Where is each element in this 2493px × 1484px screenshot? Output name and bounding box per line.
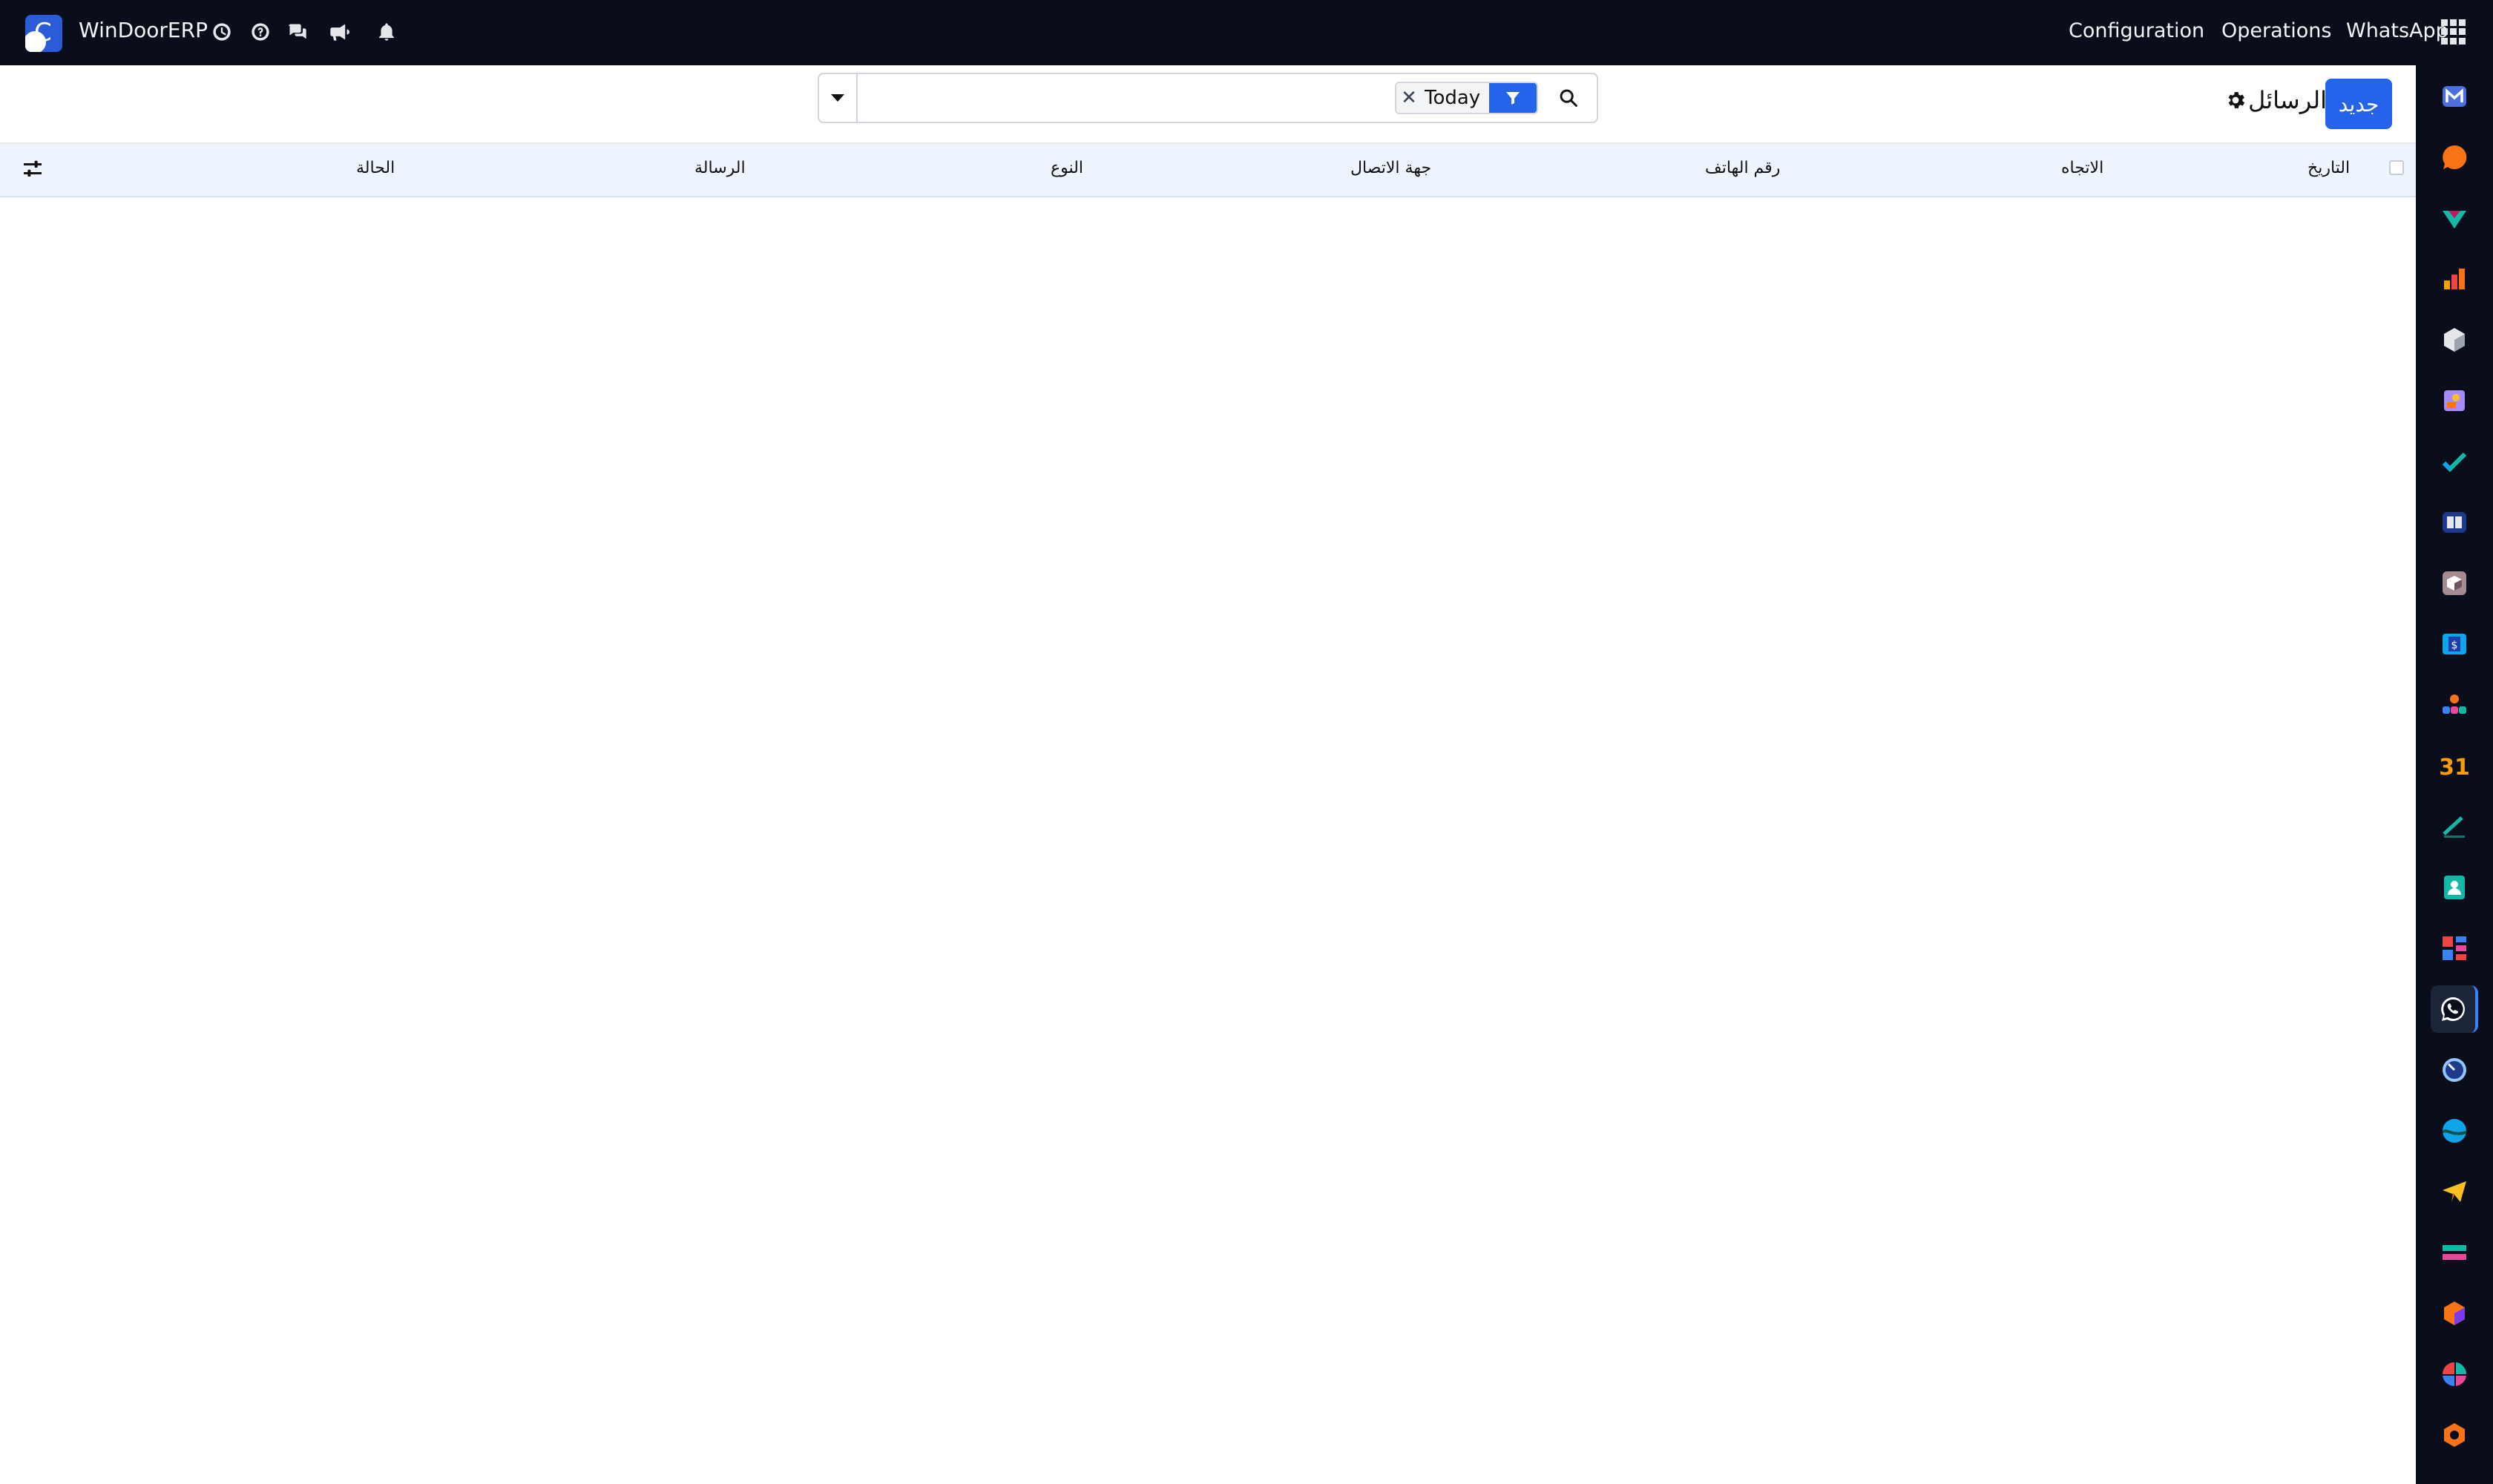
whatsapp-app-icon[interactable] [2431, 985, 2478, 1033]
new-button[interactable]: جديد [2325, 79, 2392, 129]
calendar-app-icon[interactable]: 31 [2431, 742, 2478, 789]
packages-app-icon[interactable] [2431, 559, 2478, 607]
bell-icon[interactable] [374, 19, 399, 45]
inventory-app-icon[interactable] [2431, 194, 2478, 242]
apps-grid-icon[interactable] [2441, 19, 2466, 45]
megaphone-icon[interactable] [326, 19, 352, 45]
settings-app-icon[interactable] [2431, 1411, 2478, 1459]
page-title: الرسائل [2248, 86, 2327, 114]
knowledge-app-icon[interactable] [2431, 499, 2478, 546]
tasks-app-icon[interactable] [2431, 438, 2478, 485]
filter-icon [1489, 83, 1537, 113]
product-app-icon[interactable] [2431, 316, 2478, 364]
column-direction[interactable]: الاتجاه [2061, 159, 2103, 177]
website-app-icon[interactable] [2431, 1107, 2478, 1155]
time-app-icon[interactable] [2431, 1046, 2478, 1094]
clock-icon[interactable] [209, 19, 234, 45]
logo-dot [25, 31, 46, 52]
control-panel: جديد الرسائل ✕ Today [0, 65, 2416, 142]
menu-operations[interactable]: Operations [2221, 19, 2331, 42]
svg-text:$: $ [2451, 640, 2458, 651]
invoicing-app-icon[interactable]: $ [2431, 620, 2478, 668]
app-rail: $ 31 [2416, 65, 2493, 1484]
column-phone[interactable]: رقم الهاتف [1705, 159, 1780, 177]
contacts-app-icon[interactable] [2431, 864, 2478, 911]
column-type[interactable]: النوع [1051, 159, 1083, 177]
pie-app-icon[interactable] [2431, 1350, 2478, 1398]
discuss-app-icon[interactable] [2431, 134, 2478, 181]
column-message[interactable]: الرسالة [694, 159, 746, 177]
search-facet: ✕ Today [1395, 82, 1539, 114]
mail-app-icon[interactable] [2431, 73, 2478, 120]
search-input[interactable] [861, 79, 1460, 117]
search-bar: ✕ Today [818, 73, 1598, 123]
gear-icon[interactable] [2224, 89, 2247, 111]
search-icon[interactable] [1549, 80, 1588, 116]
bank-app-icon[interactable] [2431, 1229, 2478, 1276]
list-body [0, 197, 2416, 1484]
search-options-toggle[interactable] [819, 74, 858, 122]
modules-app-icon[interactable] [2431, 1290, 2478, 1337]
calendar-day: 31 [2440, 755, 2469, 781]
select-all-checkbox[interactable] [2389, 160, 2404, 175]
column-contact[interactable]: جهة الاتصال [1350, 159, 1431, 177]
list-header: التاريخ الاتجاه رقم الهاتف جهة الاتصال ا… [0, 142, 2416, 197]
email-marketing-app-icon[interactable] [2431, 1168, 2478, 1215]
documents-app-icon[interactable] [2431, 377, 2478, 424]
optional-columns-icon[interactable] [21, 157, 46, 183]
employees-app-icon[interactable] [2431, 681, 2478, 729]
facet-label: Today [1425, 87, 1481, 109]
sign-app-icon[interactable] [2431, 803, 2478, 850]
menu-configuration[interactable]: Configuration [2069, 19, 2204, 42]
help-icon[interactable] [248, 19, 273, 45]
dashboard-app-icon[interactable] [2431, 925, 2478, 972]
close-icon[interactable]: ✕ [1396, 83, 1422, 113]
brand-name[interactable]: WinDoorERP [79, 18, 208, 42]
chat-icon[interactable] [285, 19, 310, 45]
menu-whatsapp[interactable]: WhatsApp [2346, 19, 2448, 42]
top-navbar: C WinDoorERP Configuration Operations Wh… [0, 0, 2493, 65]
column-status[interactable]: الحالة [356, 159, 395, 177]
caret-down-icon [831, 94, 844, 102]
column-date[interactable]: التاريخ [2308, 159, 2350, 177]
app-logo[interactable]: C [25, 15, 62, 52]
reports-app-icon[interactable] [2431, 255, 2478, 303]
